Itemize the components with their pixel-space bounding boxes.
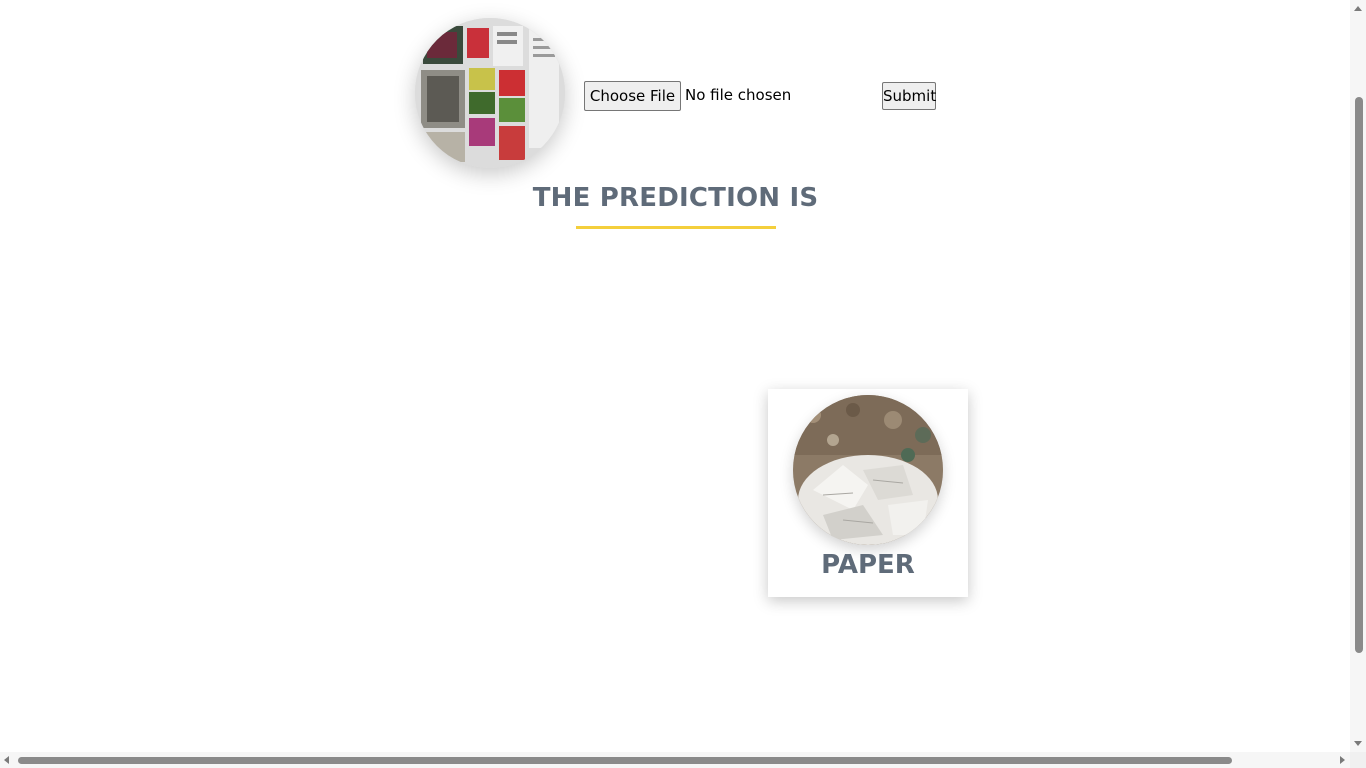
scroll-right-arrow-icon[interactable] — [1340, 756, 1345, 764]
scroll-down-arrow-icon[interactable] — [1354, 741, 1362, 746]
uploaded-image-preview — [415, 18, 565, 168]
heading-underline — [576, 226, 776, 229]
prediction-card: PAPER — [768, 389, 968, 597]
file-status-text: No file chosen — [685, 86, 792, 104]
prediction-label: PAPER — [821, 550, 915, 580]
newspaper-photo-icon — [415, 18, 565, 168]
submit-button[interactable]: Submit — [882, 82, 936, 110]
choose-file-button[interactable]: Choose File — [584, 81, 681, 111]
vertical-scrollbar[interactable] — [1350, 0, 1366, 752]
horizontal-scroll-thumb[interactable] — [18, 757, 1232, 764]
prediction-heading: THE PREDICTION IS — [532, 183, 819, 213]
scroll-left-arrow-icon[interactable] — [4, 756, 9, 764]
prediction-image — [793, 395, 943, 545]
paper-waste-photo-icon — [793, 395, 943, 545]
vertical-scroll-thumb[interactable] — [1355, 97, 1363, 653]
scroll-up-arrow-icon[interactable] — [1354, 6, 1362, 11]
scrollbar-corner — [1350, 752, 1366, 768]
page-viewport: Choose File No file chosen Submit THE PR… — [0, 0, 1350, 752]
horizontal-scrollbar[interactable] — [0, 752, 1350, 768]
